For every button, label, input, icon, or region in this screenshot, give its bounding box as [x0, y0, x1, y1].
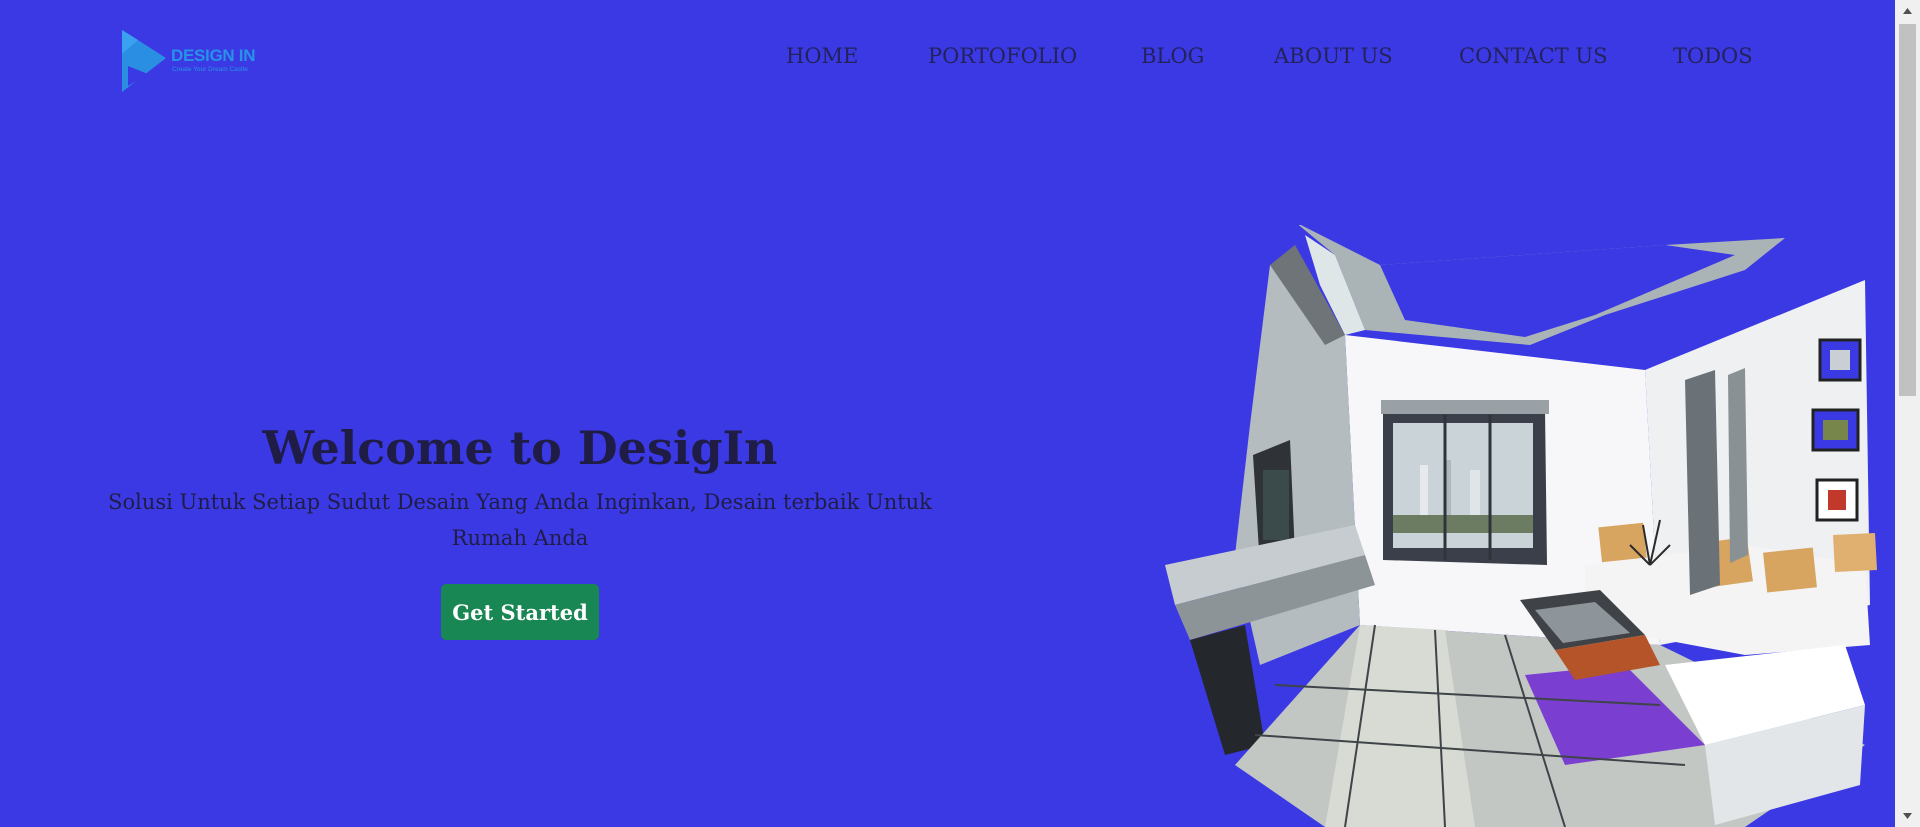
logo-triangle-icon — [122, 30, 166, 92]
hero-subtitle: Solusi Untuk Setiap Sudut Desain Yang An… — [108, 490, 932, 550]
living-room-illustration — [1165, 225, 1877, 827]
nav-item-contact-us[interactable]: CONTACT US — [1459, 44, 1608, 68]
scrollbar-thumb[interactable] — [1899, 24, 1916, 396]
nav-item-home[interactable]: HOME — [786, 44, 858, 68]
get-started-button[interactable]: Get Started — [441, 584, 599, 640]
scroll-up-arrow-icon[interactable] — [1895, 0, 1920, 22]
nav-item-portofolio[interactable]: PORTOFOLIO — [928, 44, 1077, 68]
landing-page: DESIGN IN Create Your Dream Castle HOME … — [0, 0, 1895, 827]
brand-tagline: Create Your Dream Castle — [172, 66, 248, 73]
scroll-down-arrow-icon[interactable] — [1895, 805, 1920, 827]
hero-title: Welcome to DesigIn — [262, 421, 778, 475]
hero-section: Welcome to DesigIn Solusi Untuk Setiap S… — [70, 416, 970, 640]
brand-logo[interactable]: DESIGN IN Create Your Dream Castle — [118, 26, 268, 96]
nav-item-blog[interactable]: BLOG — [1141, 44, 1204, 68]
nav-item-todos[interactable]: TODOS — [1673, 44, 1753, 68]
nav-item-about-us[interactable]: ABOUT US — [1274, 44, 1393, 68]
brand-name: DESIGN IN — [171, 46, 256, 65]
vertical-scrollbar[interactable] — [1895, 0, 1920, 827]
